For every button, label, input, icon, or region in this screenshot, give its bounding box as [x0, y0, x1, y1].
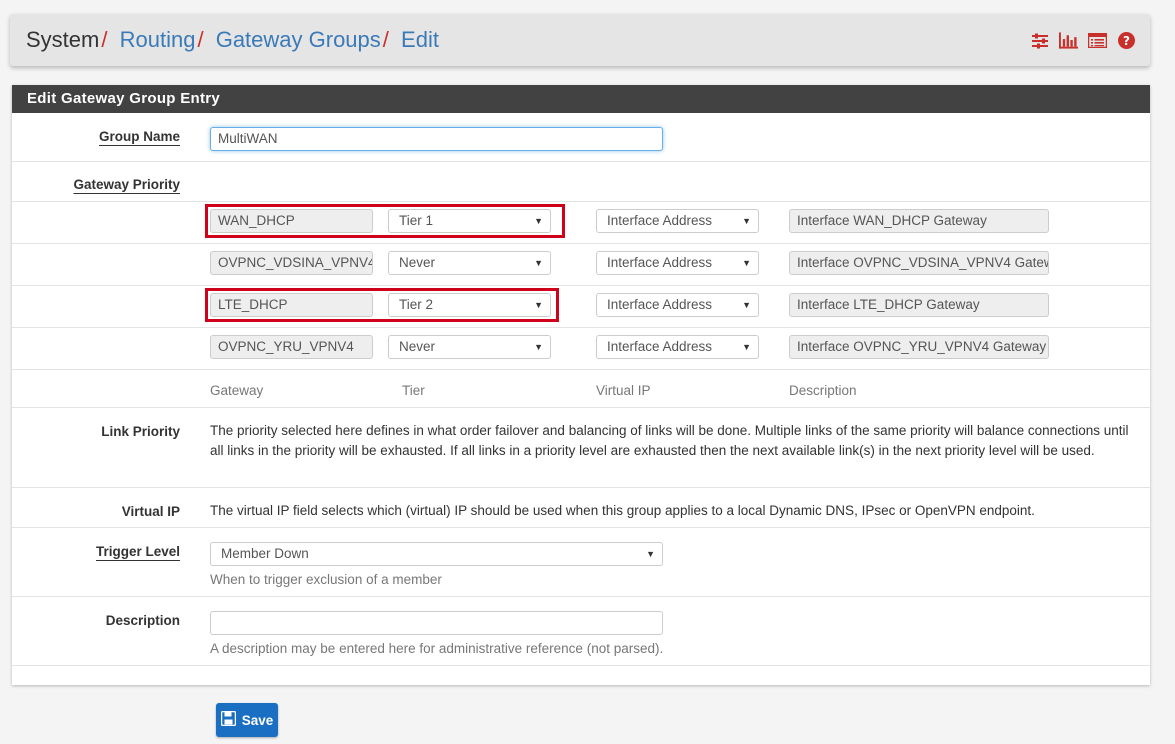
virtual-ip-select[interactable]: Interface Address ▼	[596, 209, 759, 233]
caret-down-icon: ▼	[534, 342, 543, 352]
svg-text:?: ?	[1123, 34, 1130, 48]
gateway-description-field[interactable]: Interface WAN_DHCP Gateway	[789, 209, 1049, 233]
description-row: Description A description may be entered…	[12, 597, 1150, 666]
caret-down-icon: ▼	[534, 258, 543, 268]
caret-down-icon: ▼	[742, 258, 751, 268]
breadcrumb-separator: /	[382, 27, 389, 52]
column-header-gateway: Gateway	[210, 383, 264, 398]
gateway-name-field: OVPNC_VDSINA_VPNV4	[210, 251, 373, 275]
column-header-virtual-ip: Virtual IP	[596, 383, 651, 398]
gateway-description-field[interactable]: Interface LTE_DHCP Gateway	[789, 293, 1049, 317]
virtual-ip-select-value: Interface Address	[607, 297, 713, 312]
annotation-highlight-box	[205, 288, 559, 322]
bar-chart-icon[interactable]	[1059, 31, 1078, 50]
virtual-ip-select-value: Interface Address	[607, 213, 713, 228]
virtual-ip-select-value: Interface Address	[607, 255, 713, 270]
caret-down-icon: ▼	[742, 342, 751, 352]
gateway-priority-row: Gateway Priority	[12, 162, 1150, 202]
trigger-level-help: When to trigger exclusion of a member	[210, 572, 442, 587]
help-icon[interactable]: ?	[1117, 31, 1136, 50]
column-headers-row: Gateway Tier Virtual IP Description	[12, 370, 1150, 408]
list-icon[interactable]	[1088, 31, 1107, 50]
gateway-description-field[interactable]: Interface OVPNC_VDSINA_VPNV4 Gateway	[789, 251, 1049, 275]
link-priority-row: Link Priority The priority selected here…	[12, 408, 1150, 488]
breadcrumb-edit[interactable]: Edit	[401, 27, 439, 52]
breadcrumb-separator: /	[101, 27, 108, 52]
description-label: Description	[105, 613, 180, 628]
group-name-input[interactable]: MultiWAN	[210, 127, 663, 151]
caret-down-icon: ▼	[646, 549, 655, 559]
virtual-ip-select-value: Interface Address	[607, 339, 713, 354]
toolbar-icons: ?	[1030, 31, 1136, 50]
sliders-icon[interactable]	[1030, 31, 1049, 50]
annotation-highlight-box	[205, 204, 565, 238]
tier-select-value: Never	[399, 255, 436, 270]
link-priority-text: The priority selected here defines in wh…	[210, 423, 1129, 458]
column-header-description: Description	[789, 383, 857, 398]
gateway-description-field[interactable]: Interface OVPNC_YRU_VPNV4 Gateway	[789, 335, 1049, 359]
group-name-label: Group Name	[98, 129, 180, 144]
trigger-level-select-value: Member Down	[221, 546, 309, 561]
group-name-row: Group Name MultiWAN	[12, 113, 1150, 162]
gateway-row: LTE_DHCP Tier 2 ▼ Interface Address ▼ In…	[12, 286, 1150, 328]
save-button[interactable]: Save	[216, 703, 278, 737]
gateway-row: WAN_DHCP Tier 1 ▼ Interface Address ▼ In…	[12, 202, 1150, 244]
breadcrumb-system: System	[26, 27, 100, 52]
tier-select[interactable]: Never ▼	[388, 251, 551, 275]
description-input[interactable]	[210, 611, 663, 635]
virtual-ip-text: The virtual IP field selects which (virt…	[210, 503, 1035, 518]
trigger-level-label: Trigger Level	[95, 544, 180, 559]
gateway-priority-label: Gateway Priority	[73, 177, 180, 192]
caret-down-icon: ▼	[742, 216, 751, 226]
breadcrumb-routing[interactable]: Routing	[120, 27, 196, 52]
save-button-label: Save	[241, 712, 274, 728]
gateway-row: OVPNC_YRU_VPNV4 Never ▼ Interface Addres…	[12, 328, 1150, 370]
virtual-ip-label: Virtual IP	[121, 504, 180, 519]
trigger-level-row: Trigger Level Member Down ▼ When to trig…	[12, 528, 1150, 597]
link-priority-label: Link Priority	[101, 424, 180, 439]
tier-select[interactable]: Never ▼	[388, 335, 551, 359]
save-icon	[220, 710, 236, 729]
breadcrumb-bar: System/ Routing/ Gateway Groups/ Edit ?	[10, 14, 1150, 66]
trigger-level-select[interactable]: Member Down ▼	[210, 542, 663, 566]
gateway-name-field: OVPNC_YRU_VPNV4	[210, 335, 373, 359]
virtual-ip-select[interactable]: Interface Address ▼	[596, 251, 759, 275]
virtual-ip-row: Virtual IP The virtual IP field selects …	[12, 488, 1150, 528]
gateway-row: OVPNC_VDSINA_VPNV4 Never ▼ Interface Add…	[12, 244, 1150, 286]
caret-down-icon: ▼	[742, 300, 751, 310]
tier-select-value: Never	[399, 339, 436, 354]
virtual-ip-select[interactable]: Interface Address ▼	[596, 335, 759, 359]
description-help: A description may be entered here for ad…	[210, 641, 664, 656]
column-header-tier: Tier	[402, 383, 425, 398]
virtual-ip-select[interactable]: Interface Address ▼	[596, 293, 759, 317]
breadcrumb-gateway-groups[interactable]: Gateway Groups	[216, 27, 381, 52]
breadcrumb-separator: /	[197, 27, 204, 52]
breadcrumb: System/ Routing/ Gateway Groups/ Edit	[26, 27, 439, 53]
panel-title: Edit Gateway Group Entry	[12, 85, 1150, 113]
edit-panel: Edit Gateway Group Entry Group Name Mult…	[12, 85, 1150, 685]
